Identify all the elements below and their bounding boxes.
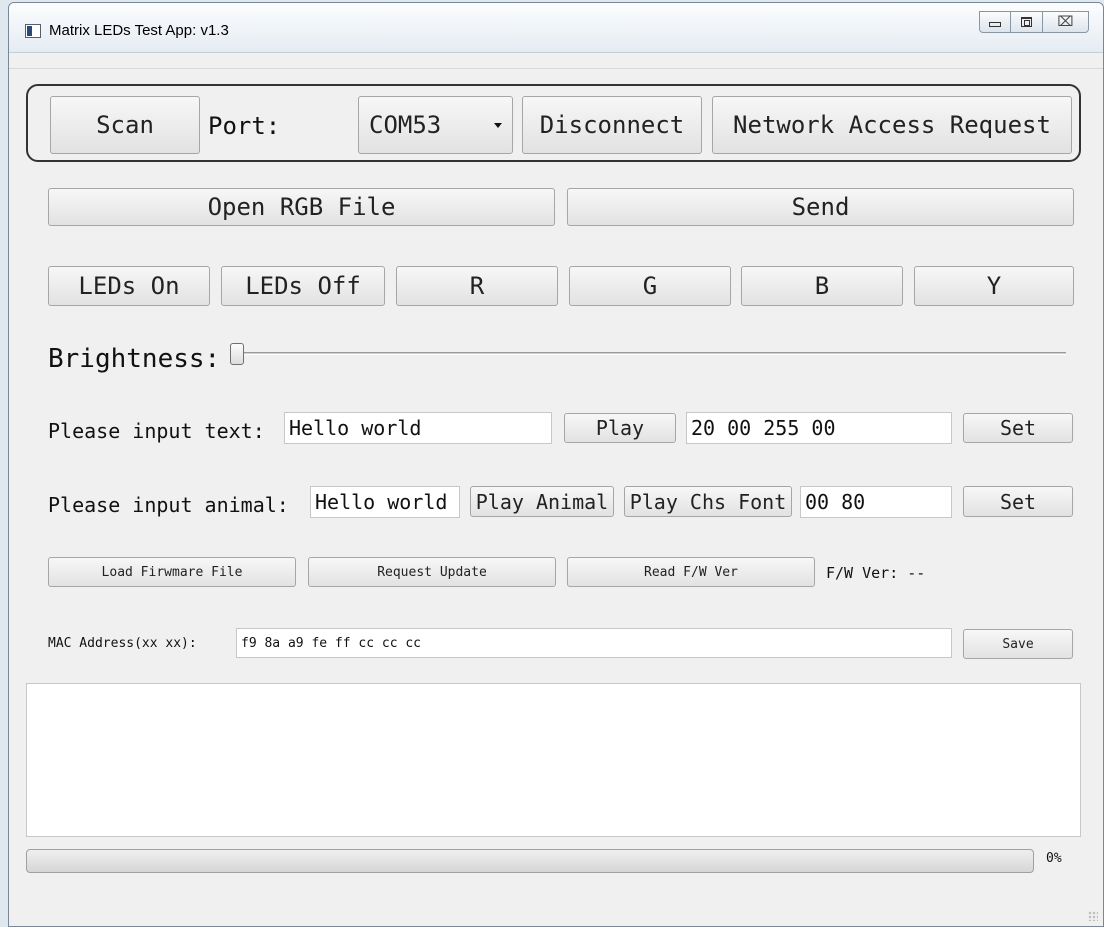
load-firmware-button[interactable]: Load Firwmare File xyxy=(48,557,296,587)
leds-on-button[interactable]: LEDs On xyxy=(48,266,210,306)
open-rgb-file-button[interactable]: Open RGB File xyxy=(48,188,555,226)
leds-off-button[interactable]: LEDs Off xyxy=(221,266,385,306)
brightness-slider[interactable] xyxy=(240,352,1066,355)
chevron-down-icon xyxy=(494,122,502,128)
animal-params-input[interactable]: 00 80 xyxy=(800,486,952,518)
close-icon: ⌧ xyxy=(1057,14,1074,30)
window-title: Matrix LEDs Test App: v1.3 xyxy=(49,22,229,39)
port-label: Port: xyxy=(208,112,281,140)
r-button[interactable]: R xyxy=(396,266,558,306)
read-fw-ver-button[interactable]: Read F/W Ver xyxy=(567,557,815,587)
menu-bar xyxy=(9,55,1103,69)
mac-address-label: MAC Address(xx xx): xyxy=(48,636,197,651)
text-set-button[interactable]: Set xyxy=(963,413,1073,443)
port-value: COM53 xyxy=(369,111,442,139)
save-button[interactable]: Save xyxy=(963,629,1073,659)
play-animal-button[interactable]: Play Animal xyxy=(470,486,614,517)
text-params-input[interactable]: 20 00 255 00 xyxy=(686,412,952,444)
play-button[interactable]: Play xyxy=(564,413,676,443)
maximize-icon xyxy=(1021,17,1032,27)
send-button[interactable]: Send xyxy=(567,188,1074,226)
mac-address-input[interactable]: f9 8a a9 fe ff cc cc cc xyxy=(236,628,952,658)
title-bar[interactable]: Matrix LEDs Test App: v1.3 ⌧ xyxy=(9,3,1103,53)
progress-bar xyxy=(26,849,1034,873)
request-update-button[interactable]: Request Update xyxy=(308,557,556,587)
resize-grip-icon[interactable] xyxy=(1088,911,1098,921)
log-output[interactable] xyxy=(26,683,1081,837)
b-button[interactable]: B xyxy=(741,266,903,306)
minimize-button[interactable] xyxy=(979,11,1011,33)
brightness-label: Brightness: xyxy=(48,344,221,374)
brightness-slider-handle[interactable] xyxy=(230,343,244,365)
y-button[interactable]: Y xyxy=(914,266,1074,306)
network-access-request-button[interactable]: Network Access Request xyxy=(712,96,1072,154)
animal-set-button[interactable]: Set xyxy=(963,486,1073,517)
fw-version-label: F/W Ver: -- xyxy=(826,564,926,582)
animal-input[interactable]: Hello world xyxy=(310,486,460,518)
g-button[interactable]: G xyxy=(569,266,731,306)
play-chs-font-button[interactable]: Play Chs Font xyxy=(624,486,792,517)
maximize-button[interactable] xyxy=(1011,11,1043,33)
scan-button[interactable]: Scan xyxy=(50,96,200,154)
port-select[interactable]: COM53 xyxy=(358,96,513,154)
app-icon xyxy=(25,24,41,38)
close-button[interactable]: ⌧ xyxy=(1043,11,1089,33)
disconnect-button[interactable]: Disconnect xyxy=(522,96,702,154)
input-text-label: Please input text: xyxy=(48,419,265,443)
input-animal-label: Please input animal: xyxy=(48,493,289,517)
text-input[interactable]: Hello world xyxy=(284,412,552,444)
progress-text: 0% xyxy=(1046,851,1062,866)
window-controls: ⌧ xyxy=(979,11,1089,33)
minimize-icon xyxy=(989,21,1001,27)
